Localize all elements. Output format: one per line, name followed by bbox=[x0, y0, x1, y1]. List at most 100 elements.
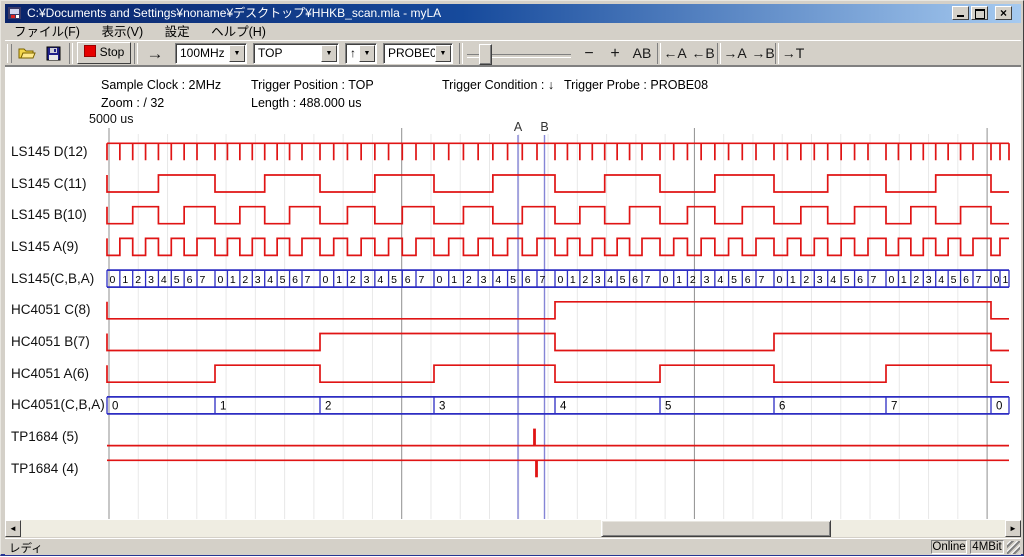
ls-bus-value: 3 bbox=[704, 274, 710, 286]
toolbar: Stop → 100MHz ▼ TOP ▼ ↑ ▼ PROBE00 ▼ − + … bbox=[5, 40, 1021, 66]
ls-bus-value: 3 bbox=[926, 274, 932, 286]
app-window: C:¥Documents and Settings¥noname¥デスクトップ¥… bbox=[0, 0, 1024, 556]
ls-bus-value: 0 bbox=[110, 274, 116, 286]
save-button[interactable] bbox=[41, 43, 65, 64]
ls-bus-value: 1 bbox=[451, 274, 457, 286]
ls-bus-value: 6 bbox=[405, 274, 411, 286]
zoom-ab-button[interactable]: AB bbox=[628, 43, 656, 64]
ls-bus-value: 5 bbox=[174, 274, 180, 286]
cursor-label-b: B bbox=[540, 120, 548, 134]
ls-bus-value: 6 bbox=[187, 274, 193, 286]
set-cursor-b-button[interactable]: →B bbox=[749, 43, 777, 64]
chevron-down-icon[interactable]: ▼ bbox=[435, 45, 451, 62]
zoom-in-button[interactable]: + bbox=[603, 43, 627, 64]
ls-bus-value: 1 bbox=[336, 274, 342, 286]
save-floppy-icon bbox=[46, 46, 61, 61]
info-length: Length : 488.000 us bbox=[251, 96, 362, 110]
hc-bus-value: 7 bbox=[891, 401, 897, 413]
trigger-edge-combo[interactable]: ↑ ▼ bbox=[345, 43, 377, 64]
info-zoom: Zoom : / 32 bbox=[101, 96, 164, 110]
ls-bus-value: 6 bbox=[292, 274, 298, 286]
ls-bus-value: 1 bbox=[122, 274, 128, 286]
trigger-position-combo[interactable]: TOP ▼ bbox=[253, 43, 339, 64]
ls-bus-value: 3 bbox=[148, 274, 154, 286]
toolbar-grip bbox=[7, 44, 12, 63]
ls-bus-value: 2 bbox=[803, 274, 809, 286]
ls-bus-value: 3 bbox=[817, 274, 823, 286]
run-single-button[interactable]: → bbox=[140, 43, 170, 64]
signal-strobe bbox=[107, 143, 1009, 160]
stop-button[interactable]: Stop bbox=[77, 42, 131, 64]
ls-bus-value: 2 bbox=[242, 274, 248, 286]
ls-bus-value: 7 bbox=[871, 274, 877, 286]
trigger-probe-combo[interactable]: PROBE00 ▼ bbox=[383, 43, 453, 64]
scrollbar-thumb[interactable] bbox=[601, 520, 831, 537]
scroll-left-button[interactable]: ◄ bbox=[5, 520, 21, 537]
scroll-right-button[interactable]: ► bbox=[1005, 520, 1021, 537]
toolbar-separator bbox=[69, 43, 73, 64]
close-button[interactable]: × bbox=[995, 6, 1012, 20]
hc-bus-value: 4 bbox=[560, 401, 567, 413]
chevron-down-icon[interactable]: ▼ bbox=[359, 45, 375, 62]
zoom-out-button[interactable]: − bbox=[577, 43, 601, 64]
ls-bus-value: 6 bbox=[525, 274, 531, 286]
menu-help[interactable]: ヘルプ(H) bbox=[202, 24, 275, 40]
open-file-button[interactable] bbox=[15, 43, 39, 64]
minimize-icon bbox=[957, 7, 964, 17]
ls-bus-value: 3 bbox=[364, 274, 370, 286]
status-online-badge: Online bbox=[931, 540, 967, 554]
ls-bus-value: 2 bbox=[582, 274, 588, 286]
menu-settings[interactable]: 設定 bbox=[156, 24, 199, 40]
sample-clock-combo[interactable]: 100MHz ▼ bbox=[175, 43, 247, 64]
ls-bus-value: 0 bbox=[663, 274, 669, 286]
ls-bus-value: 0 bbox=[889, 274, 895, 286]
signal-ls-bit2 bbox=[107, 175, 1009, 192]
ls-bus-value: 5 bbox=[280, 274, 286, 286]
menubar: ファイル(F) 表示(V) 設定 ヘルプ(H) bbox=[5, 24, 1021, 39]
ls-bus-value: 0 bbox=[994, 274, 1000, 286]
hc-bus-value: 0 bbox=[996, 401, 1002, 413]
hc-bus-value: 2 bbox=[325, 401, 331, 413]
info-trigger-position: Trigger Position : TOP bbox=[251, 78, 374, 92]
ls-bus-value: 5 bbox=[731, 274, 737, 286]
ls-bus-value: 6 bbox=[632, 274, 638, 286]
ls-bus-value: 2 bbox=[913, 274, 919, 286]
resize-grip[interactable] bbox=[1007, 541, 1020, 554]
ls-bus-value: 2 bbox=[135, 274, 141, 286]
ls-bus-value: 7 bbox=[200, 274, 206, 286]
ls-bus-value: 4 bbox=[717, 274, 723, 286]
menu-file[interactable]: ファイル(F) bbox=[5, 24, 89, 40]
statusbar: レディ Online 4MBit bbox=[5, 538, 1021, 555]
maximize-button[interactable] bbox=[971, 6, 988, 20]
ls-bus-value: 2 bbox=[466, 274, 472, 286]
maximize-icon bbox=[975, 9, 985, 19]
chevron-down-icon[interactable]: ▼ bbox=[229, 45, 245, 62]
close-icon: × bbox=[1000, 6, 1007, 20]
waveform-canvas[interactable]: AB01234567012345670123456701234567012345… bbox=[1, 119, 1017, 520]
open-folder-icon bbox=[18, 46, 36, 60]
ls-bus-value: 0 bbox=[323, 274, 329, 286]
scroll-left-icon: ◄ bbox=[9, 524, 17, 533]
ls-bus-value: 1 bbox=[230, 274, 236, 286]
app-icon[interactable] bbox=[8, 6, 22, 20]
goto-cursor-a-button[interactable]: ←A bbox=[661, 43, 689, 64]
goto-cursor-b-button[interactable]: ←B bbox=[689, 43, 717, 64]
ls-bus-value: 7 bbox=[540, 274, 546, 286]
hc-bus-value: 3 bbox=[439, 401, 445, 413]
minimize-button[interactable] bbox=[952, 6, 969, 20]
ls-bus-value: 1 bbox=[1003, 274, 1009, 286]
zoom-slider-thumb[interactable] bbox=[479, 44, 492, 65]
chevron-down-icon[interactable]: ▼ bbox=[321, 45, 337, 62]
menu-view[interactable]: 表示(V) bbox=[92, 24, 152, 40]
signal-hc-bit1 bbox=[107, 334, 1009, 351]
ls-bus-value: 4 bbox=[377, 274, 383, 286]
set-cursor-a-button[interactable]: →A bbox=[721, 43, 749, 64]
cursor-label-a: A bbox=[514, 120, 523, 134]
toolbar-separator bbox=[134, 43, 138, 64]
ls-bus-value: 3 bbox=[481, 274, 487, 286]
ls-bus-value: 0 bbox=[777, 274, 783, 286]
goto-trigger-button[interactable]: →T bbox=[779, 43, 807, 64]
ls-bus-value: 0 bbox=[218, 274, 224, 286]
ls-bus-value: 1 bbox=[901, 274, 907, 286]
horizontal-scrollbar[interactable]: ◄ ► bbox=[5, 520, 1021, 537]
